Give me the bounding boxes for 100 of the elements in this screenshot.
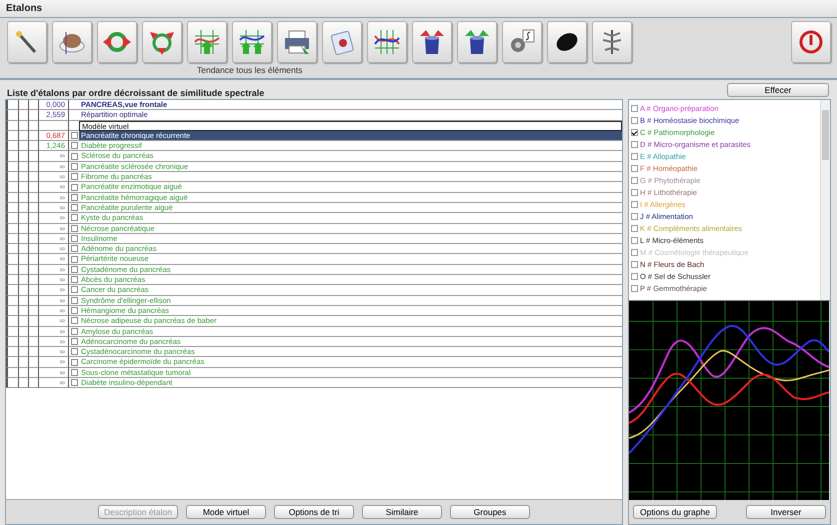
checkbox[interactable] (70, 142, 78, 150)
toolbar-button[interactable] (412, 21, 452, 63)
checkbox[interactable] (630, 248, 638, 256)
checkbox[interactable] (630, 200, 638, 208)
table-cell (6, 296, 19, 306)
table-cell (19, 151, 29, 162)
action-button[interactable]: Options de tri (274, 505, 354, 519)
table-cell (19, 100, 29, 110)
table-cell (6, 244, 19, 254)
waves-icon (373, 28, 401, 56)
toolbar-button[interactable] (457, 21, 497, 63)
checkbox[interactable] (630, 104, 638, 112)
table-cell (6, 192, 19, 203)
table-cell (6, 162, 19, 172)
checkbox[interactable] (70, 286, 78, 294)
checkbox[interactable] (70, 173, 78, 180)
table-cell (19, 120, 29, 131)
toolbar-caption: Tendance tous les éléments (197, 65, 302, 75)
checkbox[interactable] (70, 152, 78, 160)
checkbox[interactable] (630, 224, 638, 232)
checkbox[interactable] (70, 368, 78, 376)
table-cell (6, 336, 19, 348)
table-cell (19, 244, 29, 254)
table-cell (6, 357, 19, 368)
table-cell (19, 378, 29, 388)
toolbar-button[interactable] (367, 21, 407, 63)
checkbox[interactable] (70, 214, 78, 222)
table-cell (19, 285, 29, 296)
checkbox[interactable] (70, 162, 78, 170)
checkbox[interactable] (70, 224, 78, 232)
table-cell (6, 264, 19, 276)
table-cell (6, 172, 19, 182)
table-cell (19, 202, 29, 214)
graph-button[interactable]: Options du graphe (632, 505, 717, 519)
table-cell (6, 326, 19, 337)
clear-button[interactable]: Effecer (727, 83, 829, 97)
checkbox[interactable] (630, 176, 638, 184)
checkbox[interactable] (70, 256, 78, 263)
cup-arrows-icon (463, 28, 491, 56)
table-cell (19, 234, 29, 244)
graph-arrows-icon (238, 28, 266, 56)
toolbar-button[interactable] (592, 21, 632, 63)
checkbox[interactable] (630, 128, 638, 136)
checkbox[interactable] (70, 358, 78, 366)
table-cell (19, 275, 29, 286)
checkbox[interactable] (630, 188, 638, 196)
action-button[interactable]: Similaire (362, 505, 442, 519)
checkbox[interactable] (630, 164, 638, 172)
window-title: Etalons (0, 0, 837, 18)
checkbox[interactable] (630, 116, 638, 124)
checkbox[interactable] (630, 152, 638, 160)
checkbox[interactable] (630, 140, 638, 148)
table-cell (19, 296, 29, 306)
checkbox[interactable] (70, 348, 78, 356)
toolbar-button[interactable] (7, 21, 47, 63)
power-icon (797, 28, 825, 56)
checkbox[interactable] (70, 204, 78, 212)
table-cell (6, 275, 19, 286)
table-cell (6, 347, 19, 358)
checkbox[interactable] (70, 276, 78, 284)
printer-icon (283, 28, 311, 56)
checkbox[interactable] (70, 132, 78, 140)
checkbox[interactable] (70, 379, 78, 386)
toolbar-button[interactable] (547, 21, 587, 63)
action-button[interactable]: Mode virtuel (186, 505, 266, 519)
graph-button[interactable]: Inverser (746, 505, 826, 519)
checkbox[interactable] (70, 235, 78, 242)
checkbox[interactable] (70, 328, 78, 335)
table-cell (19, 182, 29, 193)
checkbox[interactable] (70, 317, 78, 324)
table-cell (19, 316, 29, 327)
table-cell (19, 264, 29, 276)
table-cell (19, 306, 29, 316)
checkbox[interactable] (70, 266, 78, 273)
checkbox[interactable] (630, 236, 638, 244)
checkbox[interactable] (70, 184, 78, 191)
checkbox[interactable] (630, 272, 638, 280)
table-cell (6, 141, 19, 152)
checkbox[interactable] (70, 296, 78, 304)
checkbox[interactable] (630, 284, 638, 292)
table-cell (19, 254, 29, 265)
table-cell (6, 182, 19, 193)
table-cell (6, 234, 19, 244)
scrollbar[interactable] (820, 100, 830, 300)
table-cell (19, 141, 29, 152)
toolbar-button[interactable] (232, 21, 272, 63)
table-cell (6, 306, 19, 316)
table-cell (19, 172, 29, 182)
checkbox[interactable] (70, 194, 78, 201)
table-cell (19, 110, 29, 121)
table-cell (19, 326, 29, 337)
checkbox[interactable] (630, 260, 638, 268)
checkbox[interactable] (70, 307, 78, 314)
checkbox[interactable] (70, 245, 78, 252)
table-cell (6, 224, 19, 234)
checkbox[interactable] (630, 212, 638, 220)
graph-arrow-icon (193, 28, 221, 56)
checkbox[interactable] (70, 338, 78, 345)
table-cell (6, 130, 19, 142)
action-button[interactable]: Groupes (450, 505, 530, 519)
